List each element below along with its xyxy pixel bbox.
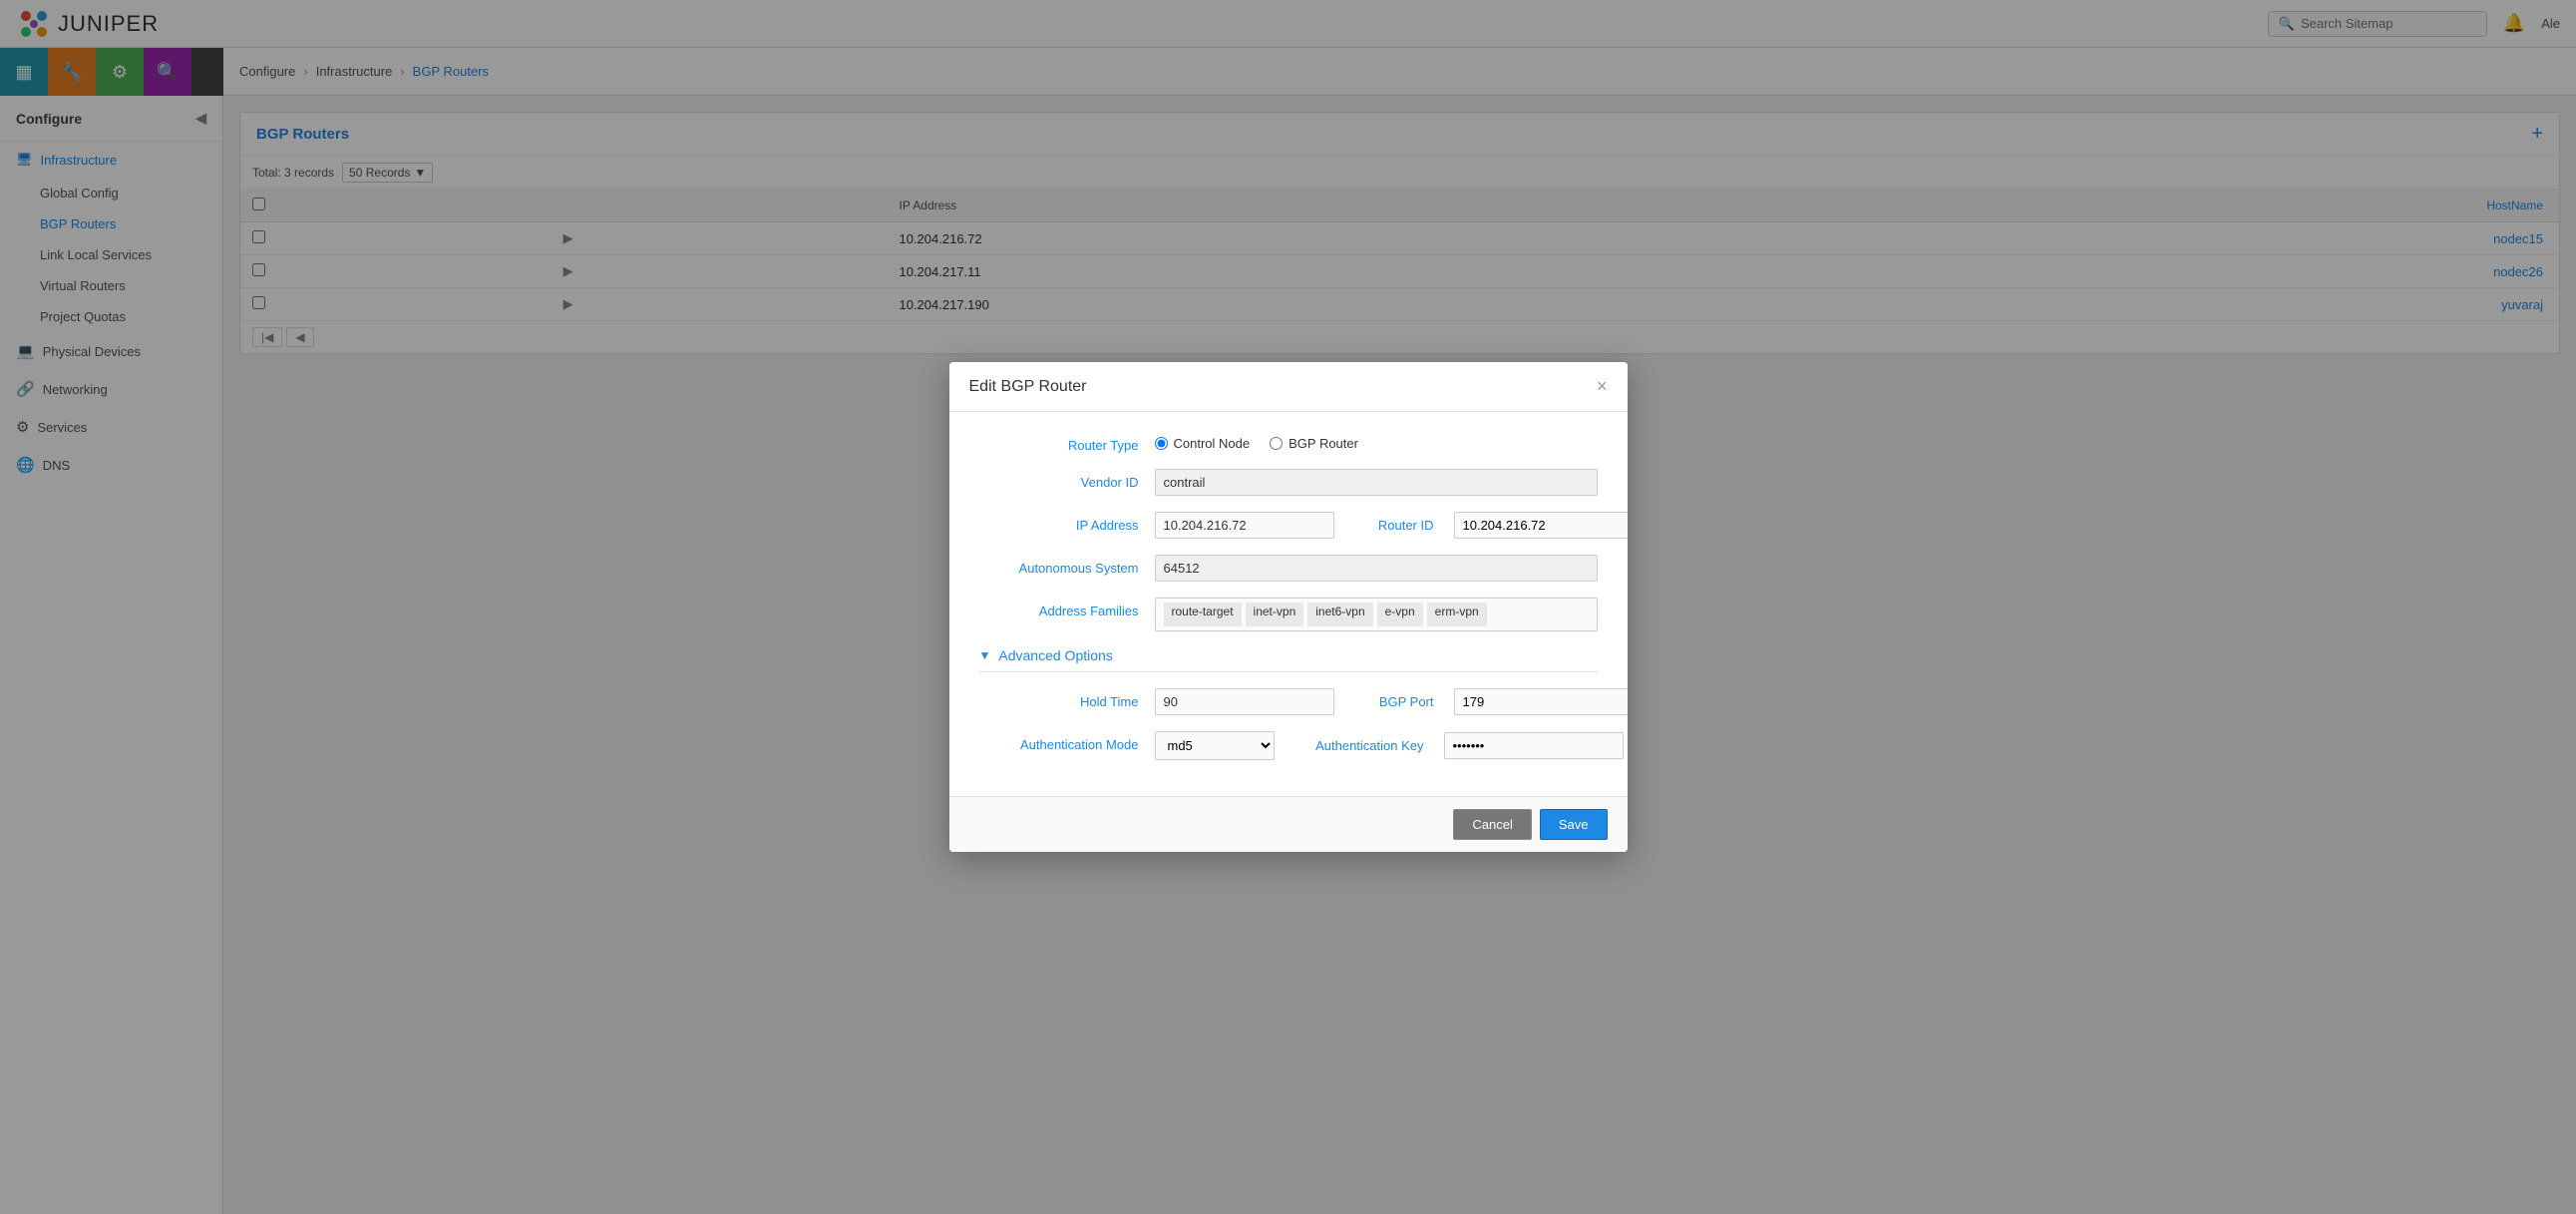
tag-inet-vpn: inet-vpn bbox=[1246, 603, 1304, 626]
autonomous-system-row: Autonomous System bbox=[979, 555, 1598, 582]
vendor-id-input[interactable] bbox=[1155, 469, 1598, 496]
modal-overlay: Edit BGP Router × Router Type Control No… bbox=[0, 0, 2576, 1214]
ip-router-id-split: Router ID bbox=[1155, 512, 1628, 539]
tag-e-vpn: e-vpn bbox=[1377, 603, 1423, 626]
advanced-options-label: Advanced Options bbox=[998, 647, 1112, 663]
bgp-router-radio[interactable] bbox=[1270, 437, 1283, 450]
ip-router-id-row: IP Address Router ID bbox=[979, 512, 1598, 539]
router-type-row: Router Type Control Node BGP Router bbox=[979, 432, 1598, 453]
modal-body: Router Type Control Node BGP Router Vend… bbox=[949, 412, 1628, 796]
bgp-port-label: BGP Port bbox=[1354, 694, 1434, 709]
ip-address-input[interactable] bbox=[1155, 512, 1334, 539]
auth-key-input[interactable] bbox=[1444, 732, 1624, 759]
address-families-row: Address Families route-target inet-vpn i… bbox=[979, 598, 1598, 631]
tag-route-target: route-target bbox=[1164, 603, 1242, 626]
advanced-options-section: ▼ Advanced Options Hold Time BGP Port Au… bbox=[979, 647, 1598, 760]
ip-address-label: IP Address bbox=[979, 512, 1139, 533]
auth-mode-select[interactable]: None md5 bbox=[1155, 731, 1275, 760]
advanced-collapse-icon: ▼ bbox=[979, 648, 991, 662]
modal-header: Edit BGP Router × bbox=[949, 362, 1628, 412]
modal-close-btn[interactable]: × bbox=[1597, 376, 1608, 397]
autonomous-system-input[interactable] bbox=[1155, 555, 1598, 582]
hold-time-label: Hold Time bbox=[979, 688, 1139, 709]
address-families-label: Address Families bbox=[979, 598, 1139, 618]
advanced-options-header[interactable]: ▼ Advanced Options bbox=[979, 647, 1598, 672]
autonomous-system-label: Autonomous System bbox=[979, 555, 1139, 576]
control-node-option[interactable]: Control Node bbox=[1155, 436, 1251, 451]
hold-time-row: Hold Time BGP Port bbox=[979, 688, 1598, 715]
router-id-label: Router ID bbox=[1354, 518, 1434, 533]
router-type-radio-group: Control Node BGP Router bbox=[1155, 432, 1358, 451]
auth-key-label: Authentication Key bbox=[1294, 738, 1424, 753]
control-node-radio[interactable] bbox=[1155, 437, 1168, 450]
save-button[interactable]: Save bbox=[1540, 809, 1608, 840]
cancel-button[interactable]: Cancel bbox=[1453, 809, 1531, 840]
control-node-label: Control Node bbox=[1174, 436, 1251, 451]
vendor-id-row: Vendor ID bbox=[979, 469, 1598, 496]
auth-mode-label: Authentication Mode bbox=[979, 731, 1139, 752]
router-type-label: Router Type bbox=[979, 432, 1139, 453]
bgp-router-option[interactable]: BGP Router bbox=[1270, 436, 1358, 451]
vendor-id-label: Vendor ID bbox=[979, 469, 1139, 490]
router-id-input[interactable] bbox=[1454, 512, 1628, 539]
auth-row: Authentication Mode None md5 Authenticat… bbox=[979, 731, 1598, 760]
auth-split: None md5 Authentication Key bbox=[1155, 731, 1624, 760]
modal-title: Edit BGP Router bbox=[969, 378, 1087, 396]
tag-erm-vpn: erm-vpn bbox=[1427, 603, 1487, 626]
bgp-port-input[interactable] bbox=[1454, 688, 1628, 715]
hold-time-bgp-port-split: BGP Port bbox=[1155, 688, 1628, 715]
bgp-router-label: BGP Router bbox=[1288, 436, 1358, 451]
hold-time-input[interactable] bbox=[1155, 688, 1334, 715]
address-families-tags[interactable]: route-target inet-vpn inet6-vpn e-vpn er… bbox=[1155, 598, 1598, 631]
tag-inet6-vpn: inet6-vpn bbox=[1307, 603, 1372, 626]
edit-bgp-router-modal: Edit BGP Router × Router Type Control No… bbox=[949, 362, 1628, 852]
modal-footer: Cancel Save bbox=[949, 796, 1628, 852]
